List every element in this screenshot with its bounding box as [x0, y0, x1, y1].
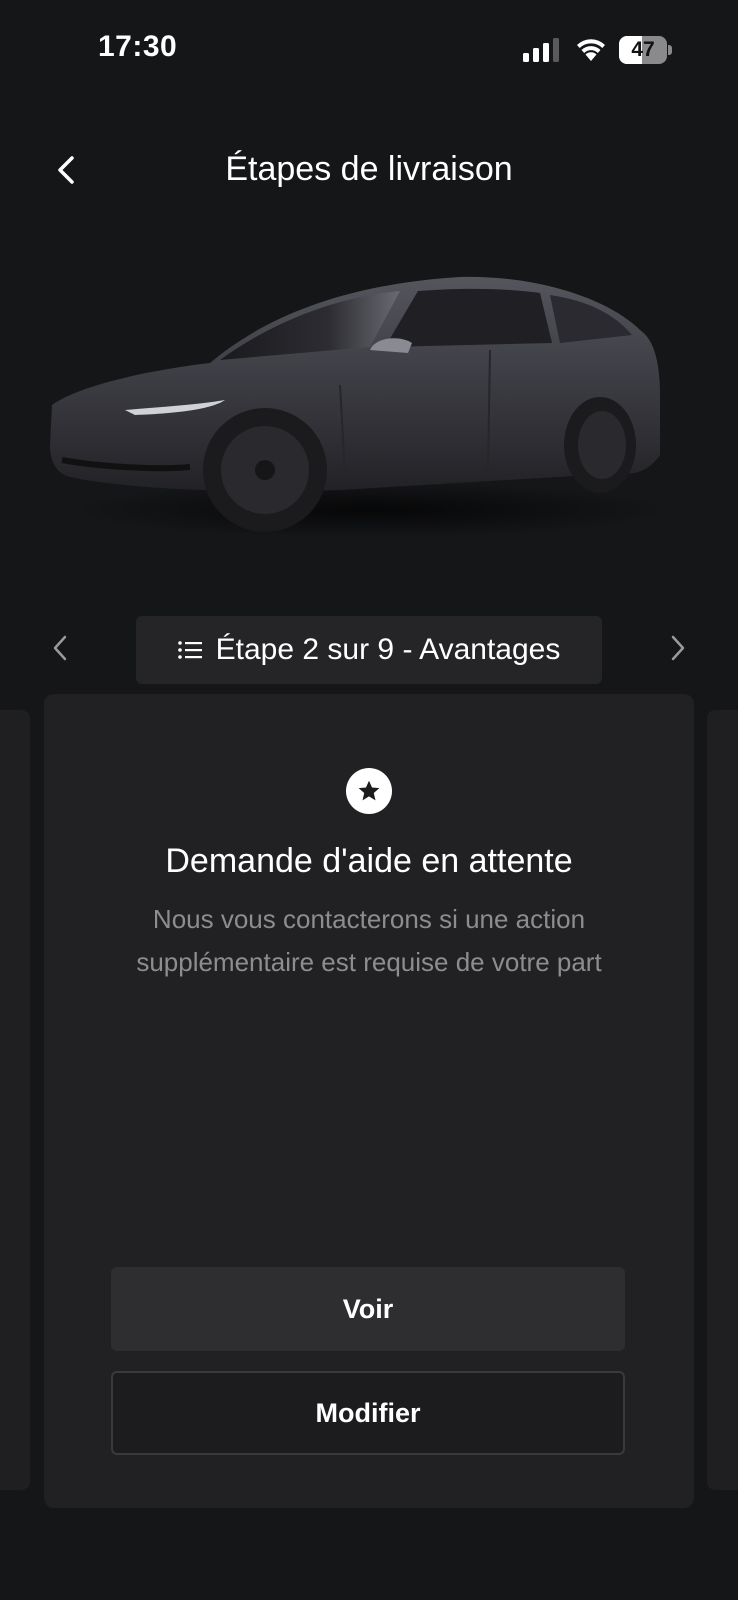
- car-rear-rim: [578, 411, 626, 479]
- step-navigator: Étape 2 sur 9 - Avantages: [0, 616, 738, 686]
- battery-tip: [668, 45, 672, 55]
- chevron-right-icon: [671, 635, 685, 661]
- delivery-steps-screen: 17:30 47 Étapes de livraison Étape 2 sur…: [0, 0, 738, 1600]
- list-icon: [177, 641, 202, 659]
- step-label: Étape 2 sur 9 - Avantages: [215, 633, 561, 666]
- star-badge: [346, 768, 392, 814]
- previous-step-button[interactable]: [40, 626, 80, 670]
- step-card: Demande d'aide en attente Nous vous cont…: [44, 694, 694, 1508]
- car-front-hub: [255, 460, 275, 480]
- step-selector[interactable]: Étape 2 sur 9 - Avantages: [136, 616, 602, 684]
- wifi-icon: [577, 39, 605, 61]
- card-description: Nous vous contacterons si une action sup…: [136, 904, 602, 977]
- battery-percentage: 47: [631, 38, 655, 61]
- vehicle-image: [50, 276, 670, 538]
- next-step-card[interactable]: [707, 710, 738, 1490]
- header: Étapes de livraison: [0, 130, 738, 210]
- page-title: Étapes de livraison: [225, 150, 513, 188]
- previous-step-card[interactable]: [0, 710, 30, 1490]
- cellular-signal-icon: [523, 38, 559, 62]
- card-title: Demande d'aide en attente: [165, 842, 573, 880]
- status-time: 17:30: [98, 30, 178, 63]
- star-icon: [358, 780, 380, 801]
- car-shadow: [70, 482, 670, 538]
- chevron-left-icon: [53, 635, 67, 661]
- edit-button[interactable]: Modifier: [111, 1371, 625, 1455]
- battery-icon: 47: [619, 36, 667, 64]
- view-button[interactable]: Voir: [111, 1267, 625, 1351]
- battery-indicator: 47: [619, 36, 672, 64]
- next-step-button[interactable]: [658, 626, 698, 670]
- status-bar: 17:30 47: [0, 0, 738, 100]
